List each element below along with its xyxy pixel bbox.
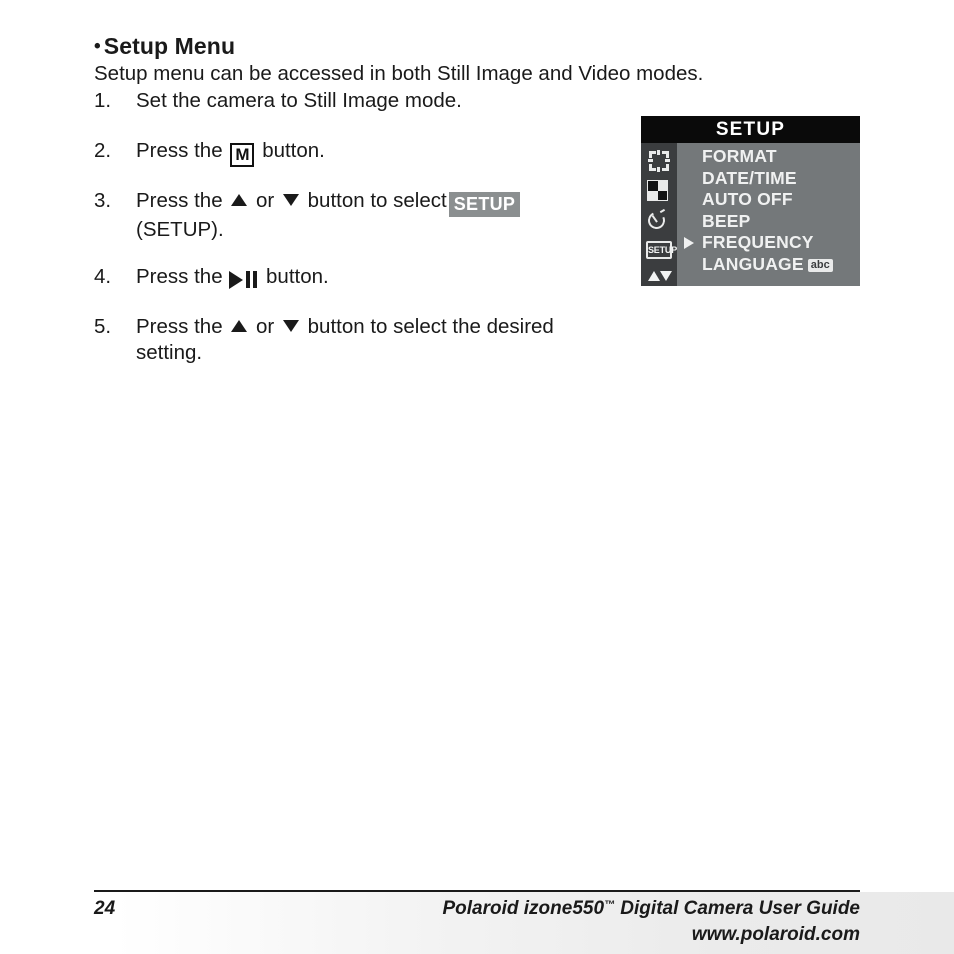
step-5-line2: setting. xyxy=(136,341,203,364)
footer-divider xyxy=(94,890,860,892)
abc-badge-icon: abc xyxy=(807,258,833,272)
setup-badge-icon: SETUP xyxy=(448,192,521,217)
arrow-down-icon xyxy=(282,320,299,332)
footer-website: www.polaroid.com xyxy=(691,924,860,945)
arrow-up-icon xyxy=(231,320,248,332)
lcd-menu-item-label: BEEP xyxy=(702,210,751,231)
step-5-pre: Press the xyxy=(136,315,223,338)
step-2-pre: Press the xyxy=(136,139,223,162)
setup-icon: SETUP xyxy=(646,238,677,262)
page-title: • Setup Menu xyxy=(94,33,235,60)
format-icon xyxy=(647,149,671,173)
page-number: 24 xyxy=(94,898,116,919)
lcd-icon-sidebar: SETUP xyxy=(641,143,677,286)
up-down-arrows-icon xyxy=(647,269,672,283)
step-5: 5. Press the or button to select the des… xyxy=(94,314,654,366)
step-5-number: 5. xyxy=(94,315,112,338)
selection-caret-icon xyxy=(684,237,694,249)
lcd-menu-item-format[interactable]: FORMAT xyxy=(677,146,860,168)
lcd-menu-item-label: FORMAT xyxy=(702,146,777,166)
page-title-text: Setup Menu xyxy=(103,33,236,59)
step-3-post: button to select xyxy=(307,189,447,212)
mode-button-icon: M xyxy=(230,143,255,167)
footer-product-name: Polaroid izone550 xyxy=(442,898,605,919)
play-pause-button-icon xyxy=(229,266,258,292)
step-3-pre: Press the xyxy=(136,189,223,212)
step-2-post: button. xyxy=(262,139,325,162)
step-3-text: Press the or button to select SETUP (SETU… xyxy=(136,188,654,243)
image-quality-icon xyxy=(647,179,671,203)
setup-icon-label: SETUP xyxy=(646,241,677,259)
trademark-icon: ™ xyxy=(604,899,616,911)
camera-lcd-setup-menu: SETUP SETUP FORMAT DATE/TIME AUTO OFF BE… xyxy=(641,116,860,286)
step-5-mid: or xyxy=(256,315,275,338)
lcd-menu-item-auto-off[interactable]: AUTO OFF xyxy=(677,189,860,211)
step-2-number: 2. xyxy=(94,139,112,162)
step-4-text: Press the button. xyxy=(136,264,654,292)
arrow-up-icon xyxy=(231,194,248,206)
step-3-mid: or xyxy=(256,189,275,212)
lcd-menu-item-label: DATE/TIME xyxy=(702,167,797,188)
lcd-menu-item-label: FREQUENCY xyxy=(702,232,814,252)
intro-paragraph: Setup menu can be accessed in both Still… xyxy=(94,62,704,85)
step-4-post: button. xyxy=(266,265,329,288)
bullet-glyph: • xyxy=(94,36,101,57)
step-4-number: 4. xyxy=(94,265,112,288)
lcd-menu-item-label: AUTO OFF xyxy=(702,189,793,209)
step-3-line2: (SETUP). xyxy=(136,218,224,241)
footer-product-line: Polaroid izone550™ Digital Camera User G… xyxy=(442,898,860,920)
lcd-menu-item-label: LANGUAGE xyxy=(702,253,804,274)
step-1-number: 1. xyxy=(94,89,112,112)
document-page: • Setup Menu Setup menu can be accessed i… xyxy=(0,0,954,954)
step-5-text: Press the or button to select the desire… xyxy=(136,314,654,366)
lcd-menu-title: SETUP xyxy=(641,116,860,143)
step-3: 3. Press the or button to select SETUP (S… xyxy=(94,188,654,243)
arrow-down-icon xyxy=(282,194,299,206)
step-5-post: button to select the desired xyxy=(307,315,554,338)
step-4: 4. Press the button. xyxy=(94,264,654,292)
footer-product-suffix: Digital Camera User Guide xyxy=(615,898,860,919)
step-2-text: Press the M button. xyxy=(136,138,694,167)
step-1-text: Set the camera to Still Image mode. xyxy=(136,89,462,112)
lcd-menu-item-beep[interactable]: BEEP xyxy=(677,211,860,233)
step-2: 2. Press the M button. xyxy=(94,138,694,167)
lcd-menu-list: FORMAT DATE/TIME AUTO OFF BEEP FREQUENCY… xyxy=(677,143,860,286)
lcd-menu-item-frequency[interactable]: FREQUENCY xyxy=(677,232,860,254)
lcd-menu-item-date-time[interactable]: DATE/TIME xyxy=(677,168,860,190)
self-timer-icon xyxy=(645,208,671,233)
step-4-pre: Press the xyxy=(136,265,223,288)
step-1: 1. Set the camera to Still Image mode. xyxy=(94,88,694,114)
lcd-menu-item-language[interactable]: LANGUAGE abc xyxy=(677,254,860,276)
step-3-number: 3. xyxy=(94,189,112,212)
